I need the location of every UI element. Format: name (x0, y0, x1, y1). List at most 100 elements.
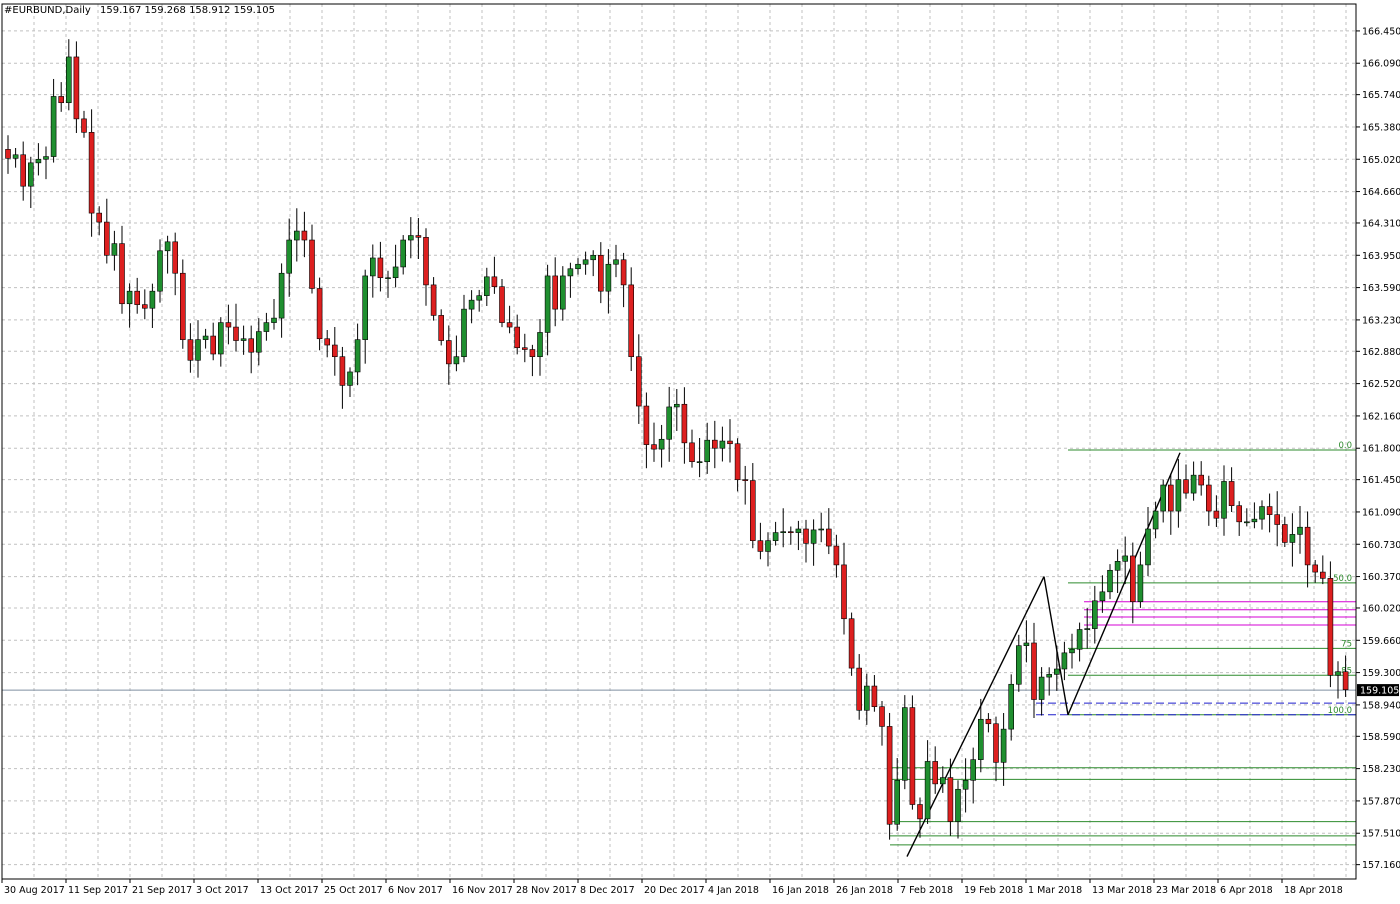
bear-candle[interactable] (430, 284, 437, 316)
bull-candle[interactable] (1084, 628, 1090, 630)
bear-candle[interactable] (757, 540, 764, 552)
bear-candle[interactable] (1183, 479, 1189, 494)
bear-candle[interactable] (225, 322, 232, 328)
bear-candle[interactable] (438, 315, 445, 341)
bear-candle[interactable] (635, 356, 642, 407)
bull-candle[interactable] (392, 266, 399, 279)
bear-candle[interactable] (415, 235, 422, 238)
bear-candle[interactable] (803, 528, 809, 544)
bull-candle[interactable] (939, 777, 946, 785)
bear-candle[interactable] (787, 531, 794, 533)
bear-candle[interactable] (643, 405, 650, 445)
bear-candle[interactable] (689, 442, 695, 462)
bear-candle[interactable] (947, 777, 954, 822)
bear-candle[interactable] (88, 132, 95, 214)
bull-candle[interactable] (1099, 591, 1106, 602)
bull-candle[interactable] (1160, 484, 1166, 512)
bull-candle[interactable] (1152, 510, 1159, 530)
bull-candle[interactable] (696, 461, 703, 463)
bear-candle[interactable] (1282, 524, 1288, 543)
chart-canvas[interactable]: 0.050.07585100.0 166.450166.090165.74016… (0, 0, 1400, 900)
bull-candle[interactable] (1221, 481, 1227, 519)
bear-candle[interactable] (917, 804, 923, 820)
bear-candle[interactable] (506, 322, 513, 328)
bull-candle[interactable] (1092, 600, 1098, 629)
bear-candle[interactable] (1312, 564, 1318, 573)
bear-candle[interactable] (932, 761, 939, 785)
bear-candle[interactable] (339, 356, 346, 386)
bull-candle[interactable] (354, 339, 361, 373)
bear-candle[interactable] (886, 726, 893, 825)
bear-candle[interactable] (1031, 642, 1037, 700)
bull-candle[interactable] (50, 96, 57, 157)
bear-candle[interactable] (848, 618, 855, 669)
bear-candle[interactable] (309, 239, 315, 289)
bear-candle[interactable] (620, 259, 627, 286)
bull-candle[interactable] (575, 263, 581, 270)
bull-candle[interactable] (1023, 642, 1030, 646)
bull-candle[interactable] (1069, 648, 1075, 654)
bull-candle[interactable] (1137, 564, 1144, 602)
bear-candle[interactable] (331, 344, 338, 357)
bull-candle[interactable] (1008, 683, 1015, 730)
bear-candle[interactable] (180, 272, 186, 340)
bear-candle[interactable] (521, 347, 528, 350)
bull-candle[interactable] (1289, 534, 1296, 543)
bull-candle[interactable] (1015, 645, 1022, 685)
bull-candle[interactable] (126, 290, 133, 305)
bear-candle[interactable] (423, 237, 429, 286)
bull-candle[interactable] (1190, 474, 1197, 494)
bear-candle[interactable] (377, 257, 384, 279)
bull-candle[interactable] (271, 317, 277, 323)
bull-candle[interactable] (1054, 668, 1060, 675)
bull-candle[interactable] (286, 239, 293, 274)
bear-candle[interactable] (711, 439, 718, 449)
bull-candle[interactable] (1145, 528, 1151, 566)
bull-candle[interactable] (35, 158, 42, 164)
bull-candle[interactable] (924, 761, 931, 820)
bear-candle[interactable] (1198, 474, 1204, 486)
bull-candle[interactable] (977, 718, 984, 760)
price-chart[interactable]: 0.0 50.0 75 85 100.0 166.450 166.090 165.740 16… (0, 0, 1400, 900)
bull-candle[interactable] (362, 275, 369, 340)
bear-candle[interactable] (134, 290, 140, 305)
bear-candle[interactable] (1228, 481, 1235, 506)
bear-candle[interactable] (1327, 578, 1334, 676)
bear-candle[interactable] (301, 230, 308, 241)
bull-candle[interactable] (468, 299, 475, 310)
bear-candle[interactable] (187, 339, 194, 361)
bull-candle[interactable] (157, 250, 163, 292)
bull-candle[interactable] (1046, 674, 1052, 678)
bear-candle[interactable] (749, 480, 756, 541)
bull-candle[interactable] (66, 56, 72, 104)
bear-candle[interactable] (1213, 510, 1220, 519)
bull-candle[interactable] (43, 156, 49, 160)
bull-candle[interactable] (1175, 479, 1182, 512)
bear-candle[interactable] (879, 706, 885, 727)
bear-candle[interactable] (233, 326, 239, 341)
bull-candle[interactable] (673, 403, 680, 408)
bull-candle[interactable] (164, 241, 171, 252)
bull-candle[interactable] (537, 332, 543, 357)
bull-candle[interactable] (544, 275, 551, 333)
bear-candle[interactable] (1168, 484, 1174, 512)
bull-candle[interactable] (962, 779, 969, 790)
bull-candle[interactable] (795, 528, 802, 533)
bull-candle[interactable] (218, 322, 224, 355)
bear-candle[interactable] (58, 96, 65, 104)
bear-candle[interactable] (248, 338, 254, 353)
bear-candle[interactable] (20, 154, 27, 187)
bear-candle[interactable] (734, 443, 741, 480)
bull-candle[interactable] (385, 277, 391, 280)
bull-candle[interactable] (1000, 728, 1007, 763)
bull-candle[interactable] (461, 308, 467, 357)
bear-candle[interactable] (1206, 484, 1212, 512)
bull-candle[interactable] (369, 257, 376, 277)
bear-candle[interactable] (1274, 514, 1280, 525)
bull-candle[interactable] (1107, 569, 1113, 593)
bull-candle[interactable] (111, 243, 118, 256)
bull-candle[interactable] (453, 356, 460, 365)
bull-candle[interactable] (263, 322, 270, 332)
bear-candle[interactable] (529, 349, 536, 357)
bear-candle[interactable] (514, 326, 521, 349)
